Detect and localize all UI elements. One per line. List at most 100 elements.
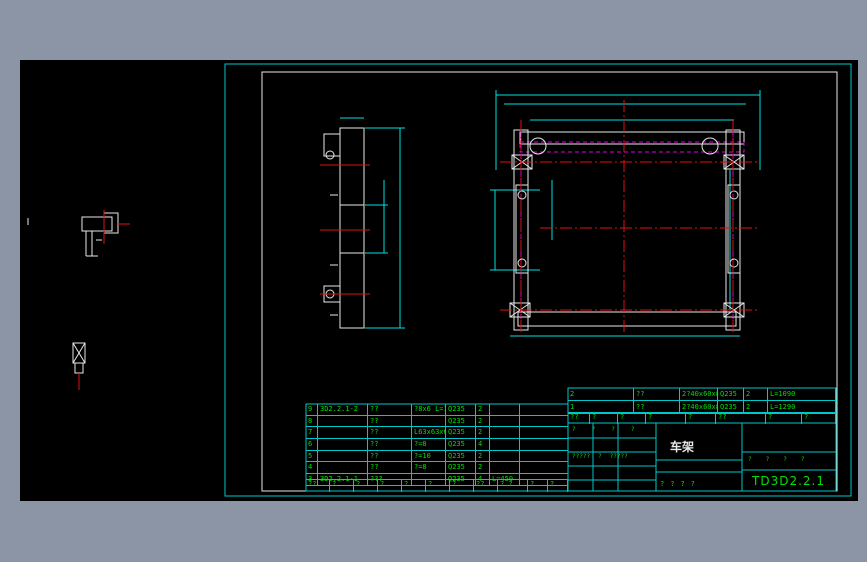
bom-cell: ?8x6 L=15 xyxy=(412,404,446,415)
bom-cell: ?=8 xyxy=(412,439,446,450)
bom-cell: ?? xyxy=(368,415,412,427)
bom-header-cell: ? xyxy=(528,480,548,492)
bom-cell: 2 xyxy=(568,388,634,400)
bom-cell: 6 xyxy=(306,439,318,450)
bom-header-cell: ? xyxy=(686,413,716,424)
title-block-cell: ? xyxy=(630,426,635,433)
bom-cell xyxy=(490,404,520,415)
bom-cell: ?? xyxy=(368,404,412,415)
bom-cell xyxy=(318,439,368,450)
drawing-title: 车架 xyxy=(670,440,695,454)
title-block-cell: ? xyxy=(690,480,695,488)
title-block-cell: ????? xyxy=(572,453,591,460)
title-block-cell: ? xyxy=(765,456,770,463)
bom-lower-row: 93D2.2.1-2???8x6 L=15Q2352 xyxy=(306,404,568,416)
bom-cell: 2 xyxy=(476,462,490,474)
bom-lower-rows: 93D2.2.1-2???8x6 L=15Q23528??Q23527??L63… xyxy=(306,404,568,486)
title-block-row-b: ??????????? xyxy=(572,453,628,460)
bom-lower-row: 6?? ?=8 Q235 4 xyxy=(306,439,568,451)
title-block-scale-cells: ???? xyxy=(748,456,805,463)
bom-header-cell: ? xyxy=(450,480,474,492)
bom-cell: 5 xyxy=(306,450,318,462)
bom-cell: ?=10 xyxy=(412,450,446,462)
bom-header-cell: ? xyxy=(618,413,646,424)
bom-header-cell: ? xyxy=(766,413,802,424)
title-block-cell: ? xyxy=(660,480,665,488)
bom-header-cell: ?? xyxy=(716,413,766,424)
bom-cell xyxy=(412,415,446,427)
bom-header-cell: ? xyxy=(590,413,618,424)
bom-cell: ?=8 xyxy=(412,462,446,474)
bom-lower-row: 4?? ?=8 Q235 2 xyxy=(306,462,568,475)
title-block-cell: ? xyxy=(572,426,576,433)
bom-cell: Q235 xyxy=(718,388,744,400)
bom-header-cell: ? xyxy=(354,480,378,492)
title-block-cell: ? xyxy=(783,456,787,463)
bom-cell xyxy=(490,415,520,427)
bom-upper-header-row: ?????????? xyxy=(568,412,836,424)
bom-cell: Q235 xyxy=(446,415,476,427)
bom-cell xyxy=(490,439,520,450)
bom-cell: 4 xyxy=(306,462,318,474)
bom-cell xyxy=(490,450,520,462)
bom-cell: ?? xyxy=(368,450,412,462)
bom-header-cell: ? ? xyxy=(498,480,528,492)
bom-cell: 3D2.2.1-2 xyxy=(318,404,368,415)
bom-cell xyxy=(318,450,368,462)
drawing-number: TD3D2.2.1 xyxy=(752,474,825,488)
title-block-bottom-row: ???? xyxy=(660,480,695,488)
bom-cell: ?? xyxy=(368,427,412,439)
title-block-cell: ? xyxy=(670,480,675,488)
bom-header-cell: ? xyxy=(378,480,402,492)
bom-cell xyxy=(318,427,368,439)
title-block-cell: ? xyxy=(800,456,805,463)
bom-cell: Q235 xyxy=(446,462,476,474)
bom-cell: 7 xyxy=(306,427,318,439)
title-block-cell: ? xyxy=(680,480,685,488)
bom-cell: 4 xyxy=(476,439,490,450)
bom-cell: 8 xyxy=(306,415,318,427)
bom-cell: 2 xyxy=(744,388,768,400)
bom-lower-header-row: ??????????? ??? xyxy=(306,479,568,492)
bom-cell: ?? xyxy=(634,388,680,400)
bom-cell: 2 xyxy=(476,404,490,415)
side-view[interactable] xyxy=(320,117,405,329)
bom-header-cell: ?? xyxy=(474,480,498,492)
block-symbol-left-lower[interactable] xyxy=(72,342,86,390)
bom-cell: L=1090 xyxy=(768,388,836,400)
bom-lower-row: 8?? Q235 2 xyxy=(306,415,568,428)
title-block-cell: ? xyxy=(591,426,596,433)
title-block-cell: ? xyxy=(611,426,615,433)
bom-header-cell: ?? xyxy=(568,413,590,424)
bom-cell: 2 xyxy=(476,450,490,462)
cad-drawing-viewport[interactable]: 93D2.2.1-2???8x6 L=15Q23528??Q23527??L63… xyxy=(20,60,858,501)
title-block-cell: ????? xyxy=(609,453,628,460)
bom-cell xyxy=(318,462,368,474)
bom-cell: Q235 xyxy=(446,427,476,439)
bom-cell: Q235 xyxy=(446,404,476,415)
bom-cell: 2 xyxy=(476,427,490,439)
bom-upper-rows: 2?? 2?40x60x8 Q235 2 L=1090 1?? 2?40x60x8 Q235 2… xyxy=(568,388,836,414)
bom-cell: L63x63x6 xyxy=(414,427,446,439)
bom-cell xyxy=(318,415,368,427)
block-symbol-left-upper[interactable] xyxy=(81,210,130,257)
bom-header-cell: ? xyxy=(646,413,686,424)
title-block-cell: ? xyxy=(748,456,752,463)
bom-cell: ?? xyxy=(368,439,412,450)
bom-lower-row: 5?? ?=10 Q235 2 xyxy=(306,450,568,463)
bom-header-cell: ? xyxy=(802,413,836,424)
bom-header-cell: ? xyxy=(330,480,354,492)
bom-header-cell: ? xyxy=(426,480,450,492)
bom-cell: 2?40x60x8 xyxy=(682,388,718,400)
bom-cell xyxy=(490,462,520,474)
bom-cell xyxy=(490,427,520,439)
title-block-row-a: ???? xyxy=(572,426,635,433)
bom-header-cell: ? xyxy=(402,480,426,492)
bom-cell: Q235 xyxy=(446,450,476,462)
bom-upper-row: 2?? 2?40x60x8 Q235 2 L=1090 xyxy=(568,388,836,401)
title-block-cell: ? xyxy=(598,453,602,460)
bom-lower-row: 7?? L63x63x6 Q235 2 xyxy=(306,427,568,440)
bom-header-cell: ?? xyxy=(306,480,330,492)
plan-view[interactable] xyxy=(490,90,761,340)
bom-cell: Q235 xyxy=(446,439,476,450)
